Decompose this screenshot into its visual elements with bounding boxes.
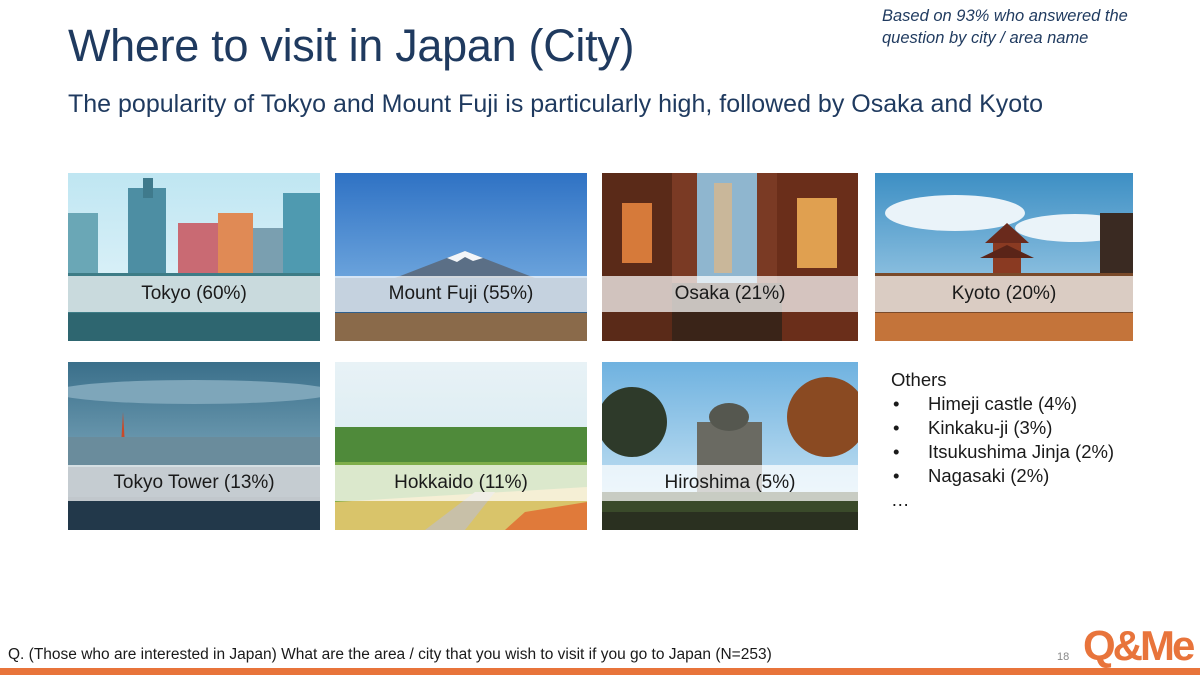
page-number: 18 [1057,651,1070,663]
bullet: • [893,441,900,462]
destination-label: Tokyo (60%) [68,276,320,312]
destination-label: Hokkaido (11%) [335,465,587,501]
others-heading: Others [891,369,947,390]
list-item-label: Itsukushima Jinja (2%) [928,441,1115,462]
survey-question: Q. (Those who are interested in Japan) W… [8,646,772,663]
list-item: • Nagasaki (2%) [891,464,1114,488]
hokkaido-photo [335,362,587,530]
destination-label: Hiroshima (5%) [602,465,858,501]
qandme-logo: Q&Me [1083,622,1197,668]
kyoto-photo [875,173,1133,341]
svg-text:Q&Me: Q&Me [1083,622,1194,668]
destination-card-kyoto: Kyoto (20%) [875,173,1133,341]
list-item-label: Kinkaku-ji (3%) [928,417,1053,438]
list-item: • Itsukushima Jinja (2%) [891,440,1114,464]
destination-label: Osaka (21%) [602,276,858,312]
sample-note: Based on 93% who answered the question b… [882,7,1128,47]
destination-card-tokyo-tower: Tokyo Tower (13%) [68,362,320,530]
list-item-label: Nagasaki (2%) [928,465,1050,486]
destination-card-mount-fuji: Mount Fuji (55%) [335,173,587,341]
footer-bar [0,668,1200,675]
slide-title: Where to visit in Japan (City) [68,20,635,71]
mount-fuji-photo [335,173,587,341]
tokyo-photo [68,173,320,341]
bullet: • [893,465,900,486]
destination-label: Tokyo Tower (13%) [68,465,320,501]
bullet: • [893,393,900,414]
list-item: • Kinkaku-ji (3%) [891,416,1114,440]
list-item-label: Himeji castle (4%) [928,393,1078,414]
bullet: • [893,417,900,438]
tokyo-tower-photo [68,362,320,530]
destination-card-hokkaido: Hokkaido (11%) [335,362,587,530]
destination-label: Mount Fuji (55%) [335,276,587,312]
hiroshima-photo [602,362,858,530]
destination-card-tokyo: Tokyo (60%) [68,173,320,341]
slide-subtitle: The popularity of Tokyo and Mount Fuji i… [68,90,1044,118]
destination-card-osaka: Osaka (21%) [602,173,858,341]
more-ellipsis: … [891,489,910,510]
osaka-photo [602,173,858,341]
destination-card-hiroshima: Hiroshima (5%) [602,362,858,530]
others-list: Others • Himeji castle (4%) • Kinkaku-ji (… [891,368,1114,512]
list-item: • Himeji castle (4%) [891,392,1114,416]
destination-label: Kyoto (20%) [875,276,1133,312]
